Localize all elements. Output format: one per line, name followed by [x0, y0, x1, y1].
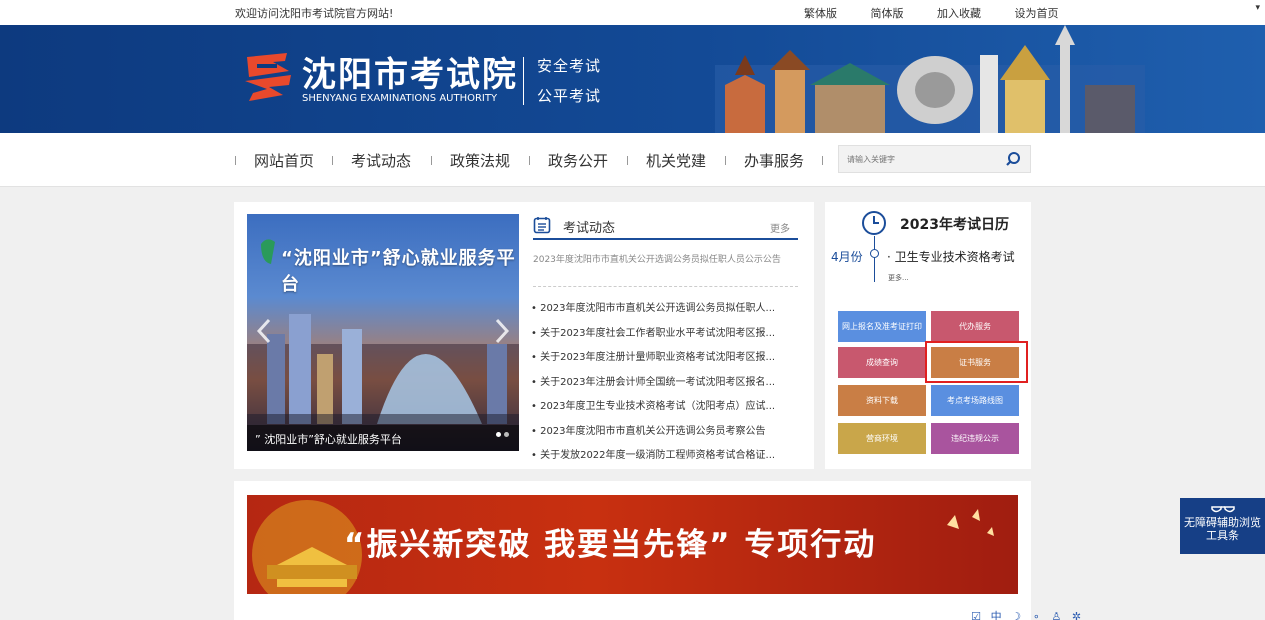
promo-banner[interactable]: “振兴新突破 我要当先锋” 专项行动 [247, 495, 1018, 594]
nav-home[interactable]: 网站首页 [254, 150, 314, 171]
nav-policy[interactable]: 政策法规 [450, 150, 510, 171]
simplified-link[interactable]: 简体版 [871, 5, 904, 21]
accessibility-label-2: 工具条 [1206, 529, 1239, 542]
settings-icon[interactable]: ✲ [1070, 611, 1082, 620]
chinese-input-icon[interactable]: 中 [990, 611, 1002, 620]
site-title: 沈阳市考试院 [302, 55, 518, 95]
search-input[interactable] [847, 151, 997, 167]
site-header: 沈阳市考试院 SHENYANG EXAMINATIONS AUTHORITY 安… [0, 25, 1265, 133]
news-item[interactable]: • 关于发放2022年度一级消防工程师资格考试合格证... [531, 446, 796, 471]
top-links: 繁体版 简体版 加入收藏 设为首页 [804, 5, 1089, 21]
news-item[interactable]: • 关于2023年注册会计师全国统一考试沈阳考区报名... [531, 373, 796, 398]
glasses-icon [1210, 506, 1235, 513]
slider-next-icon[interactable] [493, 318, 511, 344]
slider-caption-bar: ” 沈阳业市”舒心就业服务平台 [247, 425, 519, 451]
highlight-frame [925, 341, 1028, 383]
exam-route-map-button[interactable]: 考点考场路线图 [931, 385, 1019, 416]
logo-divider [523, 57, 524, 105]
search-icon[interactable] [1005, 151, 1021, 167]
violation-notice-button[interactable]: 违纪违规公示 [931, 423, 1019, 454]
accessibility-label-1: 无障碍辅助浏览 [1184, 516, 1261, 529]
slider-banner-title: “沈阳业市”舒心就业服务平台 [281, 248, 516, 295]
slider-dot[interactable] [504, 432, 509, 437]
news-headline[interactable]: 2023年度沈阳市市直机关公开选调公务员拟任职人员公示公告 [533, 252, 798, 265]
promo-title: “振兴新突破 我要当先锋” 专项行动 [344, 527, 877, 563]
nav-separator [332, 156, 333, 165]
calendar-more-link[interactable]: 更多... [888, 273, 909, 283]
news-item[interactable]: • 2023年度沈阳市市直机关公开选调公务员考察公告 [531, 422, 796, 447]
business-environment-button[interactable]: 营商环境 [838, 423, 926, 454]
news-header: 考试动态 更多 [533, 214, 798, 240]
top-bar: 欢迎访问沈阳市考试院官方网站! 繁体版 简体版 加入收藏 设为首页 ▾ [0, 0, 1265, 25]
nav-separator [822, 156, 823, 165]
calendar-title: 2023年考试日历 [900, 217, 1009, 233]
slider-dot[interactable] [496, 432, 501, 437]
logo-icon [245, 53, 291, 101]
nav-separator [725, 156, 726, 165]
slider-caption[interactable]: ” 沈阳业市”舒心就业服务平台 [255, 431, 402, 447]
news-item[interactable]: • 关于2023年度注册计量师职业资格考试沈阳考区报... [531, 348, 796, 373]
user-icon[interactable]: ♙ [1050, 611, 1062, 620]
nav-separator [431, 156, 432, 165]
landmark-illustration [715, 25, 1145, 133]
calendar-timeline [874, 236, 875, 282]
nav-gov-affairs[interactable]: 政务公开 [548, 150, 608, 171]
slogan-safe: 安全考试 [537, 57, 602, 75]
news-divider [533, 286, 798, 287]
clock-icon [862, 211, 886, 235]
online-registration-button[interactable]: 网上报名及准考证打印 [838, 311, 926, 342]
news-item[interactable]: • 2023年度卫生专业技术资格考试（沈阳考点）应试... [531, 397, 796, 422]
search-box [838, 145, 1031, 173]
nav-party[interactable]: 机关党建 [646, 150, 706, 171]
nav-separator [529, 156, 530, 165]
dots-icon[interactable]: ∘ [1030, 611, 1042, 620]
moon-icon[interactable]: ☽ [1010, 611, 1022, 620]
news-item[interactable]: • 关于2023年度社会工作者职业水平考试沈阳考区报... [531, 324, 796, 349]
accessibility-toolbar-button[interactable]: 无障碍辅助浏览 工具条 [1180, 498, 1265, 554]
traditional-link[interactable]: 繁体版 [804, 5, 837, 21]
slider-prev-icon[interactable] [255, 318, 273, 344]
news-more-link[interactable]: 更多 [770, 220, 790, 235]
nav-separator [235, 156, 236, 165]
slogan-fair: 公平考试 [537, 87, 602, 105]
set-homepage-link[interactable]: 设为首页 [1015, 5, 1059, 21]
main-nav: 网站首页 考试动态 政策法规 政务公开 机关党建 办事服务 [0, 133, 1265, 187]
news-list: • 2023年度沈阳市市直机关公开选调公务员拟任职人... • 关于2023年度… [531, 299, 796, 471]
image-slider[interactable]: “沈阳业市”舒心就业服务平台 ” 沈阳业市”舒心就业服务平台 [247, 214, 519, 451]
tool-icons: ☑ 中 ☽ ∘ ♙ ✲ [970, 605, 1085, 620]
news-list-icon [533, 217, 551, 234]
news-title: 考试动态 [563, 221, 616, 236]
calendar-month: 4月份 [831, 250, 863, 264]
add-favorite-link[interactable]: 加入收藏 [937, 5, 981, 21]
nav-separator [627, 156, 628, 165]
nav-exam-news[interactable]: 考试动态 [351, 150, 411, 171]
download-button[interactable]: 资料下载 [838, 385, 926, 416]
scroll-caret-icon[interactable]: ▾ [1255, 3, 1260, 13]
welcome-text: 欢迎访问沈阳市考试院官方网站! [235, 7, 394, 20]
nav-services[interactable]: 办事服务 [744, 150, 804, 171]
timeline-dot-icon [870, 249, 879, 258]
agency-service-button[interactable]: 代办服务 [931, 311, 1019, 342]
slider-dots [493, 422, 509, 441]
calendar-event[interactable]: · 卫生专业技术资格考试 [887, 248, 1015, 265]
site-subtitle: SHENYANG EXAMINATIONS AUTHORITY [302, 93, 498, 104]
news-item[interactable]: • 2023年度沈阳市市直机关公开选调公务员拟任职人... [531, 299, 796, 324]
score-query-button[interactable]: 成绩查询 [838, 347, 926, 378]
checkbox-icon[interactable]: ☑ [970, 611, 982, 620]
